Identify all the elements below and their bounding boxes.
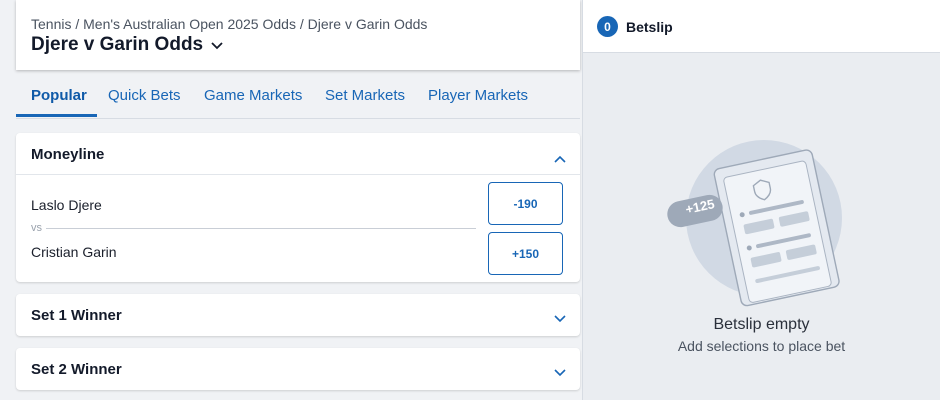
set-1-winner-card[interactable]: Set 1 Winner (16, 294, 580, 336)
chevron-down-icon[interactable] (211, 34, 223, 56)
empty-betslip-illustration: +125 (665, 128, 860, 313)
card-divider (16, 174, 580, 175)
moneyline-title[interactable]: Moneyline (31, 146, 104, 163)
page-title[interactable]: Djere v Garin Odds (31, 34, 223, 56)
player-2-name: Cristian Garin (31, 244, 117, 260)
event-header: Tennis / Men's Australian Open 2025 Odds… (16, 0, 580, 70)
betslip-empty-subtitle: Add selections to place bet (677, 338, 846, 354)
bet-count-badge: 0 (597, 16, 618, 37)
tab-popular[interactable]: Popular (31, 87, 87, 104)
betslip-title: Betslip (626, 19, 673, 35)
moneyline-card: Moneyline Laslo Djere vs Cristian Garin … (16, 133, 580, 282)
breadcrumb[interactable]: Tennis / Men's Australian Open 2025 Odds… (31, 16, 427, 32)
market-tabs: Popular Quick Bets Game Markets Set Mark… (16, 76, 580, 119)
odds-button-player-2[interactable]: +150 (488, 232, 563, 275)
betslip-empty-title: Betslip empty (713, 316, 810, 333)
page-title-text: Djere v Garin Odds (31, 34, 204, 55)
chevron-down-icon[interactable] (554, 310, 566, 328)
vs-divider (46, 228, 476, 229)
chevron-up-icon[interactable] (554, 150, 566, 168)
vs-label: vs (31, 222, 42, 234)
chevron-down-icon[interactable] (554, 364, 566, 382)
betslip-panel: 0 Betslip +125 Betslip empty Add selecti… (582, 0, 940, 400)
tab-quick-bets[interactable]: Quick Bets (108, 87, 181, 104)
tab-game-markets[interactable]: Game Markets (204, 87, 302, 104)
tab-player-markets[interactable]: Player Markets (428, 87, 528, 104)
player-1-name: Laslo Djere (31, 197, 102, 213)
betslip-header[interactable]: 0 Betslip (583, 0, 940, 53)
active-tab-indicator (16, 114, 97, 117)
set-2-winner-title: Set 2 Winner (31, 361, 122, 378)
markets-panel: Tennis / Men's Australian Open 2025 Odds… (0, 0, 582, 400)
set-1-winner-title: Set 1 Winner (31, 307, 122, 324)
tab-set-markets[interactable]: Set Markets (325, 87, 405, 104)
odds-button-player-1[interactable]: -190 (488, 182, 563, 225)
set-2-winner-card[interactable]: Set 2 Winner (16, 348, 580, 390)
